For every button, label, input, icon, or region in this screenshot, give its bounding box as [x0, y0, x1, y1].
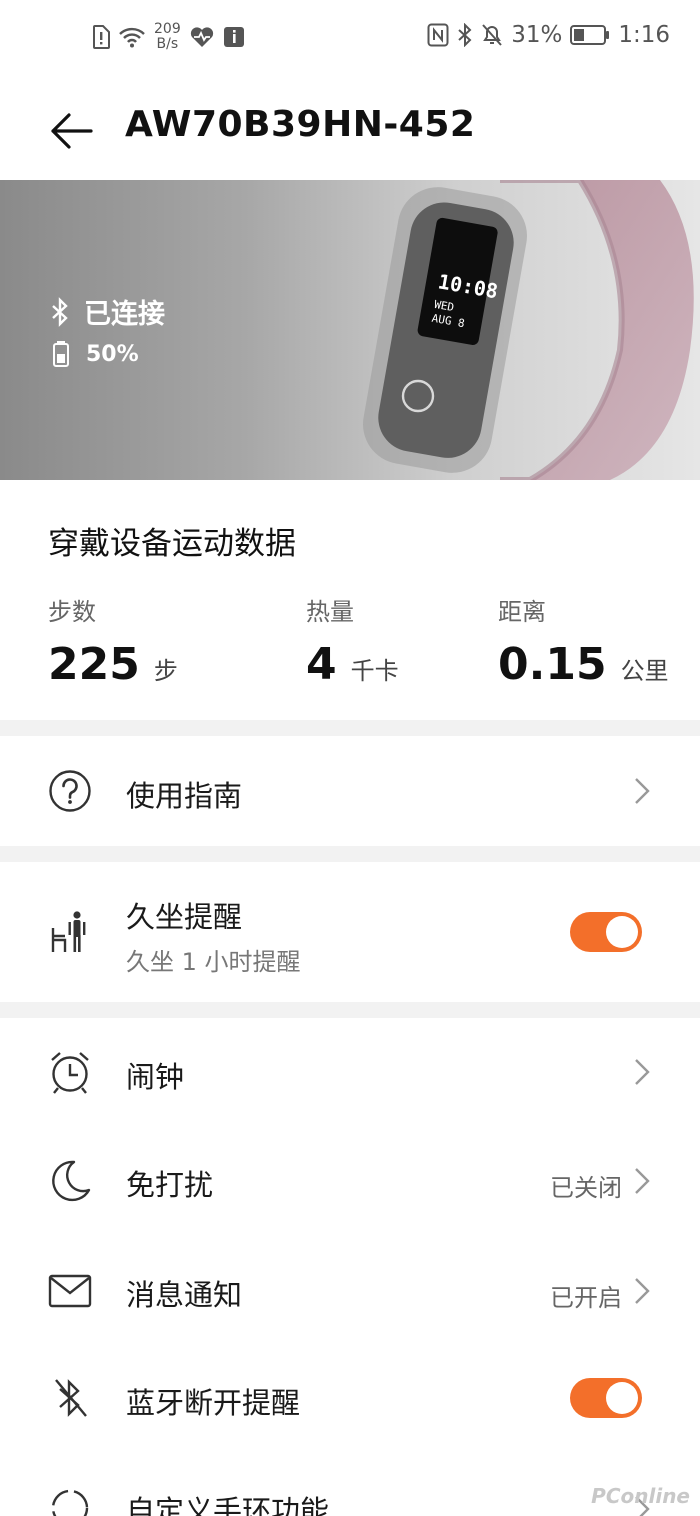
menu-item-dnd-label: 免打扰 — [126, 1168, 214, 1202]
back-button[interactable] — [46, 106, 96, 156]
wifi-icon — [118, 26, 146, 48]
health-heart-icon — [189, 26, 215, 48]
sim-alert-icon — [92, 25, 110, 49]
menu-item-sedentary-sub: 久坐 1 小时提醒 — [126, 948, 301, 976]
menu-item-notify[interactable]: 消息通知 已开启 — [0, 1236, 700, 1344]
menu-item-bt-disconnect-label: 蓝牙断开提醒 — [126, 1386, 301, 1420]
connection-status-text: 已连接 — [84, 299, 165, 330]
device-banner: 已连接 50% 10:08 WED AUG 8 — [0, 180, 700, 480]
status-bar-right: 31% 1:16 — [427, 22, 670, 48]
info-app-icon — [223, 26, 245, 48]
sport-data-title: 穿戴设备运动数据 — [48, 526, 296, 562]
back-arrow-icon — [51, 113, 93, 149]
bluetooth-status-icon — [457, 23, 473, 47]
stat-steps-label: 步数 — [48, 598, 96, 626]
status-bar: 209 B/s 31% 1:16 — [0, 0, 700, 88]
menu-item-sedentary[interactable]: 久坐提醒 久坐 1 小时提醒 — [0, 862, 700, 1002]
battery-percent: 31% — [511, 22, 563, 48]
stat-steps-value: 225 — [48, 639, 140, 690]
mail-icon — [48, 1269, 92, 1313]
nfc-icon — [427, 23, 449, 47]
menu-item-bt-disconnect[interactable]: 蓝牙断开提醒 — [0, 1344, 700, 1454]
sport-data-section: 穿戴设备运动数据 步数 225 步 热量 4 千卡 距离 0.15 公里 — [0, 480, 700, 720]
section-divider — [0, 720, 700, 736]
battery-icon — [570, 24, 610, 46]
menu-item-guide-label: 使用指南 — [126, 779, 243, 813]
stat-calories-label: 热量 — [306, 598, 354, 626]
stat-distance-value: 0.15 — [498, 639, 607, 690]
stat-calories-value: 4 — [306, 639, 337, 690]
stat-steps: 步数 225 步 — [48, 592, 178, 690]
title-bar: AW70B39HN-452 — [0, 88, 700, 180]
stat-calories: 热量 4 千卡 — [306, 592, 399, 690]
menu-item-guide[interactable]: 使用指南 — [0, 736, 700, 846]
stat-distance-unit: 公里 — [620, 657, 669, 685]
menu-item-alarm-label: 闹钟 — [126, 1060, 185, 1094]
alarm-clock-icon — [48, 1050, 92, 1094]
menu-item-dnd[interactable]: 免打扰 已关闭 — [0, 1126, 700, 1236]
network-speed: 209 B/s — [154, 22, 181, 52]
stat-steps-unit: 步 — [153, 657, 178, 685]
stat-calories-unit: 千卡 — [350, 657, 399, 685]
custom-function-icon — [48, 1486, 92, 1516]
toggle-knob — [606, 1382, 638, 1414]
bluetooth-icon — [52, 296, 68, 327]
menu-item-sedentary-label: 久坐提醒 — [126, 900, 243, 934]
watermark-logo: PConline — [591, 1484, 690, 1508]
bluetooth-off-icon — [48, 1376, 92, 1420]
menu-item-notify-value: 已开启 — [550, 1284, 622, 1312]
device-battery-icon — [53, 341, 69, 367]
chevron-right-icon — [635, 1059, 650, 1085]
menu-item-dnd-value: 已关闭 — [550, 1174, 622, 1202]
clock-time: 1:16 — [618, 22, 670, 48]
help-icon — [48, 769, 92, 813]
menu-item-custom-label: 自定义手环功能 — [126, 1494, 330, 1516]
moon-icon — [48, 1159, 92, 1203]
device-battery: 50% — [52, 340, 139, 368]
chevron-right-icon — [635, 1278, 650, 1304]
bt-disconnect-toggle[interactable] — [570, 1378, 642, 1418]
smart-band-image: 10:08 WED AUG 8 — [363, 180, 694, 480]
section-divider — [0, 1002, 700, 1018]
connection-status: 已连接 — [50, 292, 165, 331]
network-speed-value: 209 — [154, 21, 181, 37]
network-speed-unit: B/s — [156, 36, 179, 52]
device-battery-text: 50% — [86, 341, 139, 367]
mute-bell-icon — [481, 23, 503, 47]
section-divider — [0, 846, 700, 862]
menu-item-alarm[interactable]: 闹钟 — [0, 1018, 700, 1126]
chevron-right-icon — [635, 778, 650, 804]
toggle-knob — [606, 916, 638, 948]
stat-distance: 距离 0.15 公里 — [498, 592, 669, 690]
sedentary-toggle[interactable] — [570, 912, 642, 952]
menu-item-notify-label: 消息通知 — [126, 1278, 243, 1312]
page-title: AW70B39HN-452 — [125, 104, 476, 145]
stat-distance-label: 距离 — [498, 598, 546, 626]
status-bar-left: 209 B/s — [92, 22, 245, 52]
chevron-right-icon — [635, 1168, 650, 1194]
sedentary-icon — [48, 910, 92, 954]
